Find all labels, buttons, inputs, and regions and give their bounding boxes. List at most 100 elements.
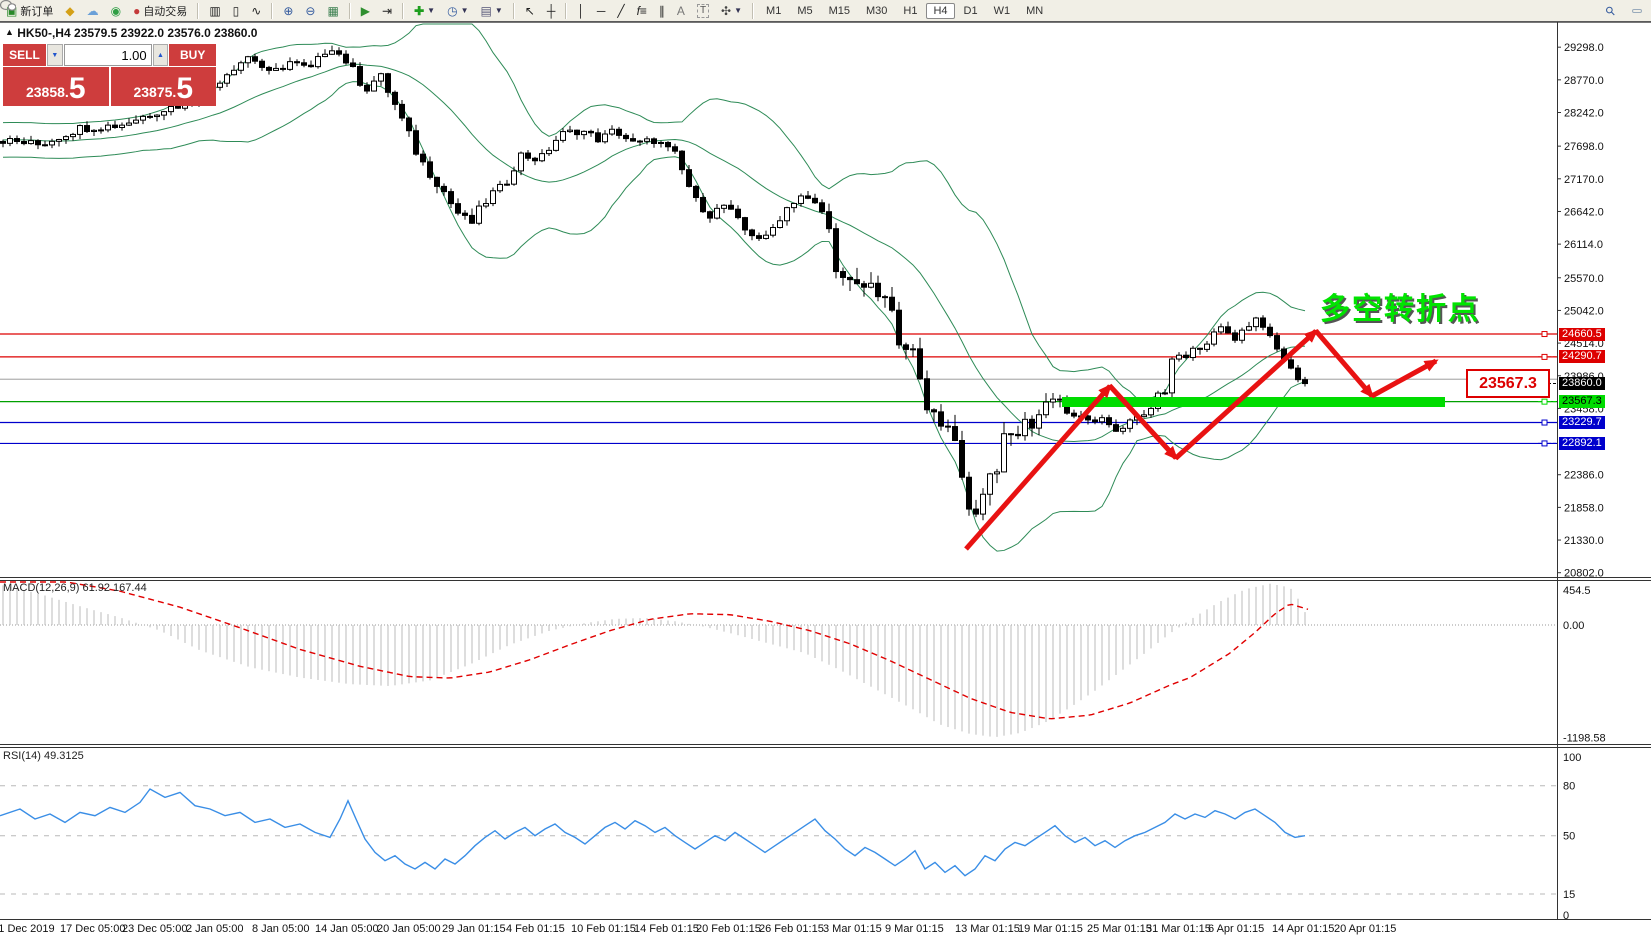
- candle-body: [407, 118, 412, 131]
- volume-input[interactable]: [64, 44, 152, 66]
- auto-scroll-button[interactable]: ▶: [356, 3, 375, 19]
- timeframe-W1[interactable]: W1: [987, 3, 1018, 19]
- candle-body: [330, 51, 335, 54]
- candle-body: [43, 145, 48, 146]
- candle-body: [855, 280, 860, 284]
- axis-tick-label: 28242.0: [1564, 107, 1604, 119]
- buy-price-button[interactable]: 23875.5: [111, 67, 217, 106]
- candle-body: [827, 212, 832, 229]
- candle-body: [869, 283, 874, 287]
- timeframe-D1[interactable]: D1: [957, 3, 985, 19]
- candle-body: [428, 162, 433, 177]
- tile-windows-button[interactable]: ▦: [322, 3, 343, 19]
- candle-body: [701, 198, 706, 212]
- cloud-icon: ☁: [87, 5, 99, 17]
- candle-body: [764, 235, 769, 238]
- timeframe-MN[interactable]: MN: [1019, 3, 1050, 19]
- candle-body: [1051, 399, 1056, 402]
- timeframe-H4[interactable]: H4: [926, 3, 954, 19]
- contacts-button[interactable]: ☁: [82, 3, 104, 19]
- cursor-icon: ↖: [525, 5, 535, 17]
- sell-price-button[interactable]: 23858.5: [3, 67, 109, 106]
- signal-globe-icon: ◉: [111, 5, 121, 17]
- vertical-line-icon: │: [577, 5, 585, 17]
- market-watch-button[interactable]: ◆: [60, 3, 79, 19]
- candle-body: [372, 81, 377, 91]
- horizontal-line-tool[interactable]: ─: [592, 3, 611, 19]
- candle-body: [568, 130, 573, 131]
- candle-body: [820, 203, 825, 212]
- periods-button[interactable]: ◷▼: [442, 3, 473, 19]
- horizontal-line-icon: ─: [597, 5, 606, 17]
- candlestick-chart-button[interactable]: ▯: [228, 3, 245, 19]
- templates-button[interactable]: ▤▼: [475, 3, 507, 19]
- chart-shift-button[interactable]: ⇥: [377, 3, 397, 19]
- chat-button[interactable]: [1632, 9, 1642, 13]
- buy-button[interactable]: BUY: [169, 44, 216, 66]
- candle-body: [1205, 344, 1210, 349]
- label-tool[interactable]: T: [692, 2, 714, 20]
- text-tool[interactable]: A: [672, 3, 690, 19]
- time-label: 14 Feb 01:15: [634, 923, 699, 935]
- timeframe-M5[interactable]: M5: [790, 3, 819, 19]
- candle-body: [1009, 434, 1014, 435]
- chevron-down-icon: ▼: [495, 6, 503, 15]
- candle-body: [358, 67, 363, 86]
- timeframe-H1[interactable]: H1: [896, 3, 924, 19]
- candle-body: [939, 412, 944, 426]
- channel-tool[interactable]: ∥: [654, 3, 670, 19]
- axis-tick-label: 25570.0: [1564, 273, 1604, 285]
- search-button[interactable]: ⚲: [1601, 3, 1620, 19]
- candle-body: [50, 141, 55, 145]
- bar-chart-button[interactable]: ▥: [204, 3, 225, 19]
- time-label: 19 Mar 01:15: [1018, 923, 1083, 935]
- chart-shift-icon: ⇥: [382, 5, 392, 17]
- signals-button[interactable]: ◉: [106, 3, 126, 19]
- collapse-triangle-icon[interactable]: ▲: [5, 27, 14, 37]
- candle-body: [638, 141, 643, 142]
- time-label: 3 Mar 01:15: [823, 923, 882, 935]
- axis-tick-label: 21330.0: [1564, 535, 1604, 547]
- candle-body: [785, 208, 790, 221]
- timeframe-M30[interactable]: M30: [859, 3, 894, 19]
- candle-body: [1058, 399, 1063, 400]
- candle-body: [274, 68, 279, 70]
- fibonacci-icon: f≡: [637, 5, 647, 17]
- time-label: 13 Mar 01:15: [955, 923, 1020, 935]
- volume-increase-button[interactable]: ▲: [153, 44, 169, 66]
- cursor-tool-button[interactable]: ↖: [520, 3, 540, 19]
- sell-button[interactable]: SELL: [3, 44, 46, 66]
- timeframe-group: M1M5M15M30H1H4D1W1MN: [758, 3, 1051, 19]
- macd-scale-label: 454.5: [1563, 585, 1591, 597]
- arrows-tool[interactable]: ✣▼: [716, 3, 747, 19]
- candle-body: [92, 130, 97, 131]
- candle-body: [974, 509, 979, 514]
- chart-area[interactable]: 29298.028770.028242.027698.027170.026642…: [0, 0, 1651, 941]
- zoom-out-button[interactable]: ⊖: [300, 3, 320, 19]
- vertical-line-tool[interactable]: │: [572, 3, 590, 19]
- label-anchor-square: [1542, 441, 1547, 446]
- autotrading-button[interactable]: ● 自动交易: [128, 1, 192, 21]
- chevron-down-icon: ▼: [461, 6, 469, 15]
- candle-body: [470, 215, 475, 223]
- fibonacci-tool[interactable]: f≡: [632, 3, 652, 19]
- timeframe-M15[interactable]: M15: [822, 3, 857, 19]
- candle-body: [834, 229, 839, 272]
- toolbar-separator: [271, 3, 273, 19]
- candle-body: [281, 68, 286, 69]
- candle-body: [1044, 402, 1049, 415]
- zoom-in-button[interactable]: ⊕: [278, 3, 298, 19]
- candle-body: [113, 125, 118, 127]
- volume-decrease-button[interactable]: ▼: [47, 44, 63, 66]
- line-chart-button[interactable]: ∿: [246, 3, 266, 19]
- candle-body: [694, 186, 699, 197]
- indicators-button[interactable]: ✚▼: [409, 3, 440, 19]
- crosshair-tool-button[interactable]: ┼: [542, 3, 561, 19]
- timeframe-M1[interactable]: M1: [759, 3, 788, 19]
- candle-body: [512, 171, 517, 184]
- candle-body: [806, 196, 811, 198]
- trendline-tool[interactable]: ╱: [612, 3, 629, 19]
- main-toolbar: ▣ 新订单 ◆ ☁ ◉ ● 自动交易 ▥ ▯ ∿ ⊕ ⊖ ▦ ▶ ⇥ ✚▼ ◷▼…: [0, 0, 1651, 22]
- candle-body: [561, 132, 566, 141]
- candle-body: [729, 205, 734, 209]
